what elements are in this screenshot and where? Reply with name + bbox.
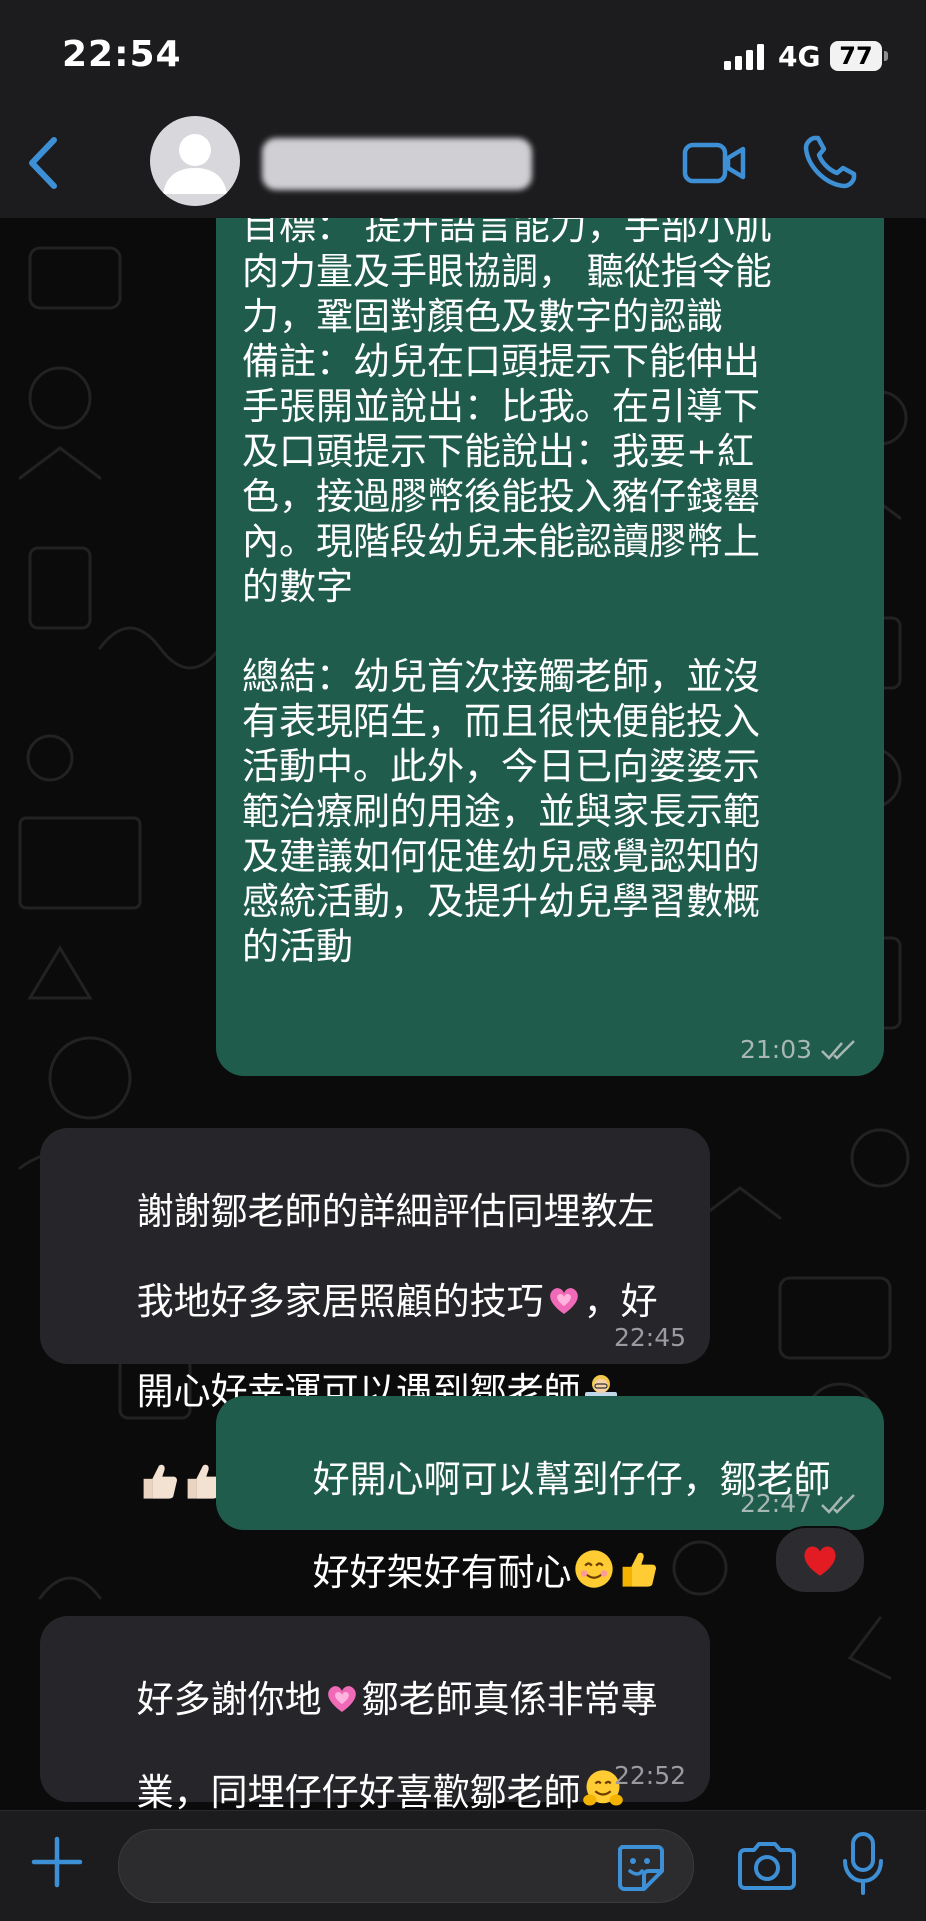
message-outgoing-reply[interactable]: 好開心啊可以幫到仔仔，鄒老師 好好架好有耐心 22:47 (216, 1396, 884, 1594)
plus-icon[interactable] (30, 1835, 84, 1889)
message-time: 22:47 (739, 1489, 812, 1518)
thumbs-up-emoji (143, 1464, 177, 1499)
message-input-bar (0, 1810, 926, 1921)
chat-header (0, 108, 926, 219)
message-meta: 22:47 (740, 1489, 860, 1518)
message-line: 好多謝你地 (136, 1678, 322, 1721)
message-line: ，好 (583, 1280, 658, 1323)
message-meta: 21:03 (740, 1035, 860, 1064)
thumbs-up-emoji (622, 1552, 656, 1587)
smiling-face-emoji (574, 1550, 613, 1588)
message-time: 21:03 (739, 1035, 812, 1064)
message-line: 好好架好有耐心 (312, 1551, 572, 1594)
status-time: 22:54 (62, 34, 182, 75)
message-meta: 22:45 (614, 1323, 686, 1352)
red-heart-emoji (804, 1546, 836, 1576)
message-incoming-praise[interactable]: 好多謝你地鄒老師真係非常專 業，同埋仔仔好喜歡鄒老師 100 22:52 (40, 1616, 710, 1810)
battery-level: 77 (830, 41, 882, 71)
sticker-icon[interactable] (614, 1841, 666, 1893)
message-time: 22:45 (613, 1323, 686, 1352)
growing-heart-emoji (327, 1686, 356, 1712)
contact-avatar[interactable] (150, 116, 240, 206)
message-text: 目標： 提升語言能力，手部小肌 肉力量及手眼協調， 聽從指令能 力，鞏固對顏色及… (242, 218, 772, 968)
growing-heart-emoji (549, 1288, 578, 1314)
status-bar: 22:54 4G 77 (0, 0, 926, 108)
message-incoming-thanks[interactable]: 謝謝鄒老師的詳細評估同埋教左 我地好多家居照顧的技巧 ，好 開心好幸運可以遇到鄒老… (40, 1128, 710, 1499)
cellular-signal-icon (724, 44, 764, 70)
person-icon (163, 134, 227, 194)
message-meta: 22:52 (614, 1761, 686, 1790)
chat-area[interactable]: 目標： 提升語言能力，手部小肌 肉力量及手眼協調， 聽從指令能 力，鞏固對顏色及… (0, 218, 926, 1810)
contact-name-redacted[interactable] (262, 138, 532, 190)
microphone-icon[interactable] (840, 1831, 886, 1897)
chevron-left-icon[interactable] (14, 130, 74, 196)
video-camera-icon[interactable] (682, 138, 746, 188)
phone-icon[interactable] (800, 132, 860, 192)
message-line: 我地好多家居照顧的技巧 (136, 1280, 544, 1323)
message-line: 鄒老師真係非常專 (361, 1678, 658, 1721)
message-time: 22:52 (613, 1761, 686, 1790)
network-type: 4G (778, 40, 821, 73)
message-line: 業，同埋仔仔好喜歡鄒老師 (136, 1771, 581, 1810)
camera-icon[interactable] (736, 1841, 798, 1891)
message-reaction[interactable] (774, 1526, 866, 1594)
double-check-icon (821, 1039, 855, 1060)
double-check-icon (821, 1493, 855, 1514)
message-input[interactable] (118, 1829, 694, 1903)
battery-tip (884, 51, 888, 61)
message-line: 謝謝鄒老師的詳細評估同埋教左 (136, 1190, 655, 1233)
message-outgoing-evaluation[interactable]: 目標： 提升語言能力，手部小肌 肉力量及手眼協調， 聽從指令能 力，鞏固對顏色及… (216, 218, 884, 1076)
